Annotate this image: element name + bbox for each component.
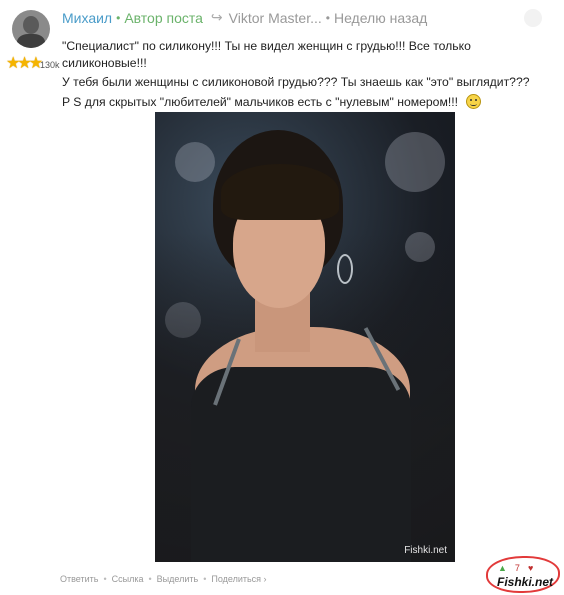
separator-dot: •	[203, 574, 207, 584]
comment-photo[interactable]: Fishki.net	[155, 112, 455, 562]
comment-header: Михаил • Автор поста ↪ Viktor Master... …	[62, 9, 427, 26]
rating-stars: ★ ★ ★	[6, 56, 43, 72]
reply-arrow-icon: ↪	[210, 9, 223, 25]
reply-to-link[interactable]: Viktor Master...	[229, 10, 322, 26]
comment-line: У тебя были женщины с силиконовой грудью…	[62, 75, 530, 89]
comment-text: "Специалист" по силикону!!! Ты не видел …	[62, 38, 532, 113]
heart-icon[interactable]: ♥	[528, 563, 533, 573]
reply-link[interactable]: Ответить	[60, 574, 98, 584]
separator-dot: •	[116, 10, 121, 25]
avatar[interactable]	[12, 10, 50, 48]
vote-badge: ▲ 7 ♥ Fishki.net	[484, 556, 564, 595]
separator-dot: •	[148, 574, 152, 584]
thumbs-up-icon[interactable]: ▲	[498, 563, 507, 573]
photo-earring	[337, 254, 353, 284]
separator-dot: •	[103, 574, 107, 584]
avatar-body	[17, 34, 45, 48]
photo-watermark: Fishki.net	[404, 545, 447, 556]
bokeh-light	[385, 132, 445, 192]
rating-value: 130k	[40, 60, 60, 70]
smile-icon	[466, 93, 481, 109]
comment-line: P S для скрытых "любителей" мальчиков ес…	[62, 94, 458, 109]
comment-actions: Ответить • Ссылка • Выделить • Поделиться ›	[60, 574, 267, 584]
close-button[interactable]	[524, 9, 542, 27]
separator-dot: •	[325, 10, 330, 25]
comment-time: Неделю назад	[333, 9, 428, 26]
share-link[interactable]: Поделиться ›	[211, 574, 266, 584]
comment-line-with-smile: P S для скрытых "любителей" мальчиков ес…	[62, 93, 532, 111]
photo-dress	[191, 367, 411, 562]
photo-bangs	[221, 164, 339, 220]
permalink-link[interactable]: Ссылка	[112, 574, 144, 584]
fishki-logo: Fishki.net	[497, 575, 554, 589]
comment-line: "Специалист" по силикону!!! Ты не видел …	[62, 39, 471, 70]
avatar-head	[23, 16, 39, 34]
bokeh-light	[175, 142, 215, 182]
post-author-badge: Автор поста	[124, 9, 203, 26]
select-link[interactable]: Выделить	[157, 574, 199, 584]
vote-controls: ▲ 7 ♥	[498, 563, 533, 573]
author-link[interactable]: Михаил	[62, 10, 112, 26]
vote-count: 7	[514, 563, 520, 573]
